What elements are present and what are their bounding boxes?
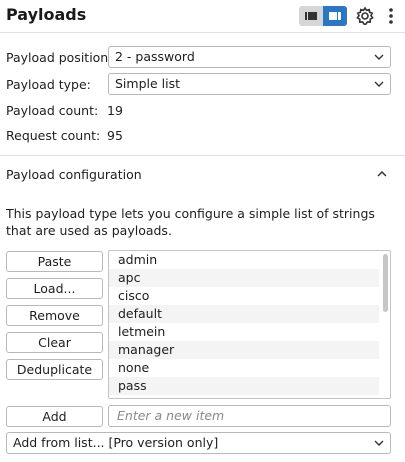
payload-count-label: Payload count: <box>6 103 99 118</box>
list-item[interactable]: pass <box>109 377 379 395</box>
payload-list[interactable]: admin apc cisco default letmein manager … <box>108 250 391 399</box>
list-item[interactable]: apc <box>109 269 379 287</box>
add-button[interactable]: Add <box>6 406 103 427</box>
remove-button[interactable]: Remove <box>6 305 103 326</box>
chevron-down-icon <box>374 81 384 87</box>
chevron-down-icon <box>374 440 384 446</box>
paste-button[interactable]: Paste <box>6 251 103 272</box>
section-divider <box>0 155 405 156</box>
clear-button[interactable]: Clear <box>6 332 103 353</box>
panel-title: Payloads <box>6 5 87 24</box>
payload-configuration-title: Payload configuration <box>6 167 142 182</box>
add-from-list-select[interactable]: Add from list... [Pro version only] <box>6 432 391 454</box>
list-item[interactable]: letmein <box>109 323 379 341</box>
add-from-list-value: Add from list... [Pro version only] <box>13 435 219 450</box>
chevron-up-icon[interactable] <box>376 168 388 180</box>
list-item[interactable]: none <box>109 359 379 377</box>
gear-icon[interactable] <box>355 6 375 26</box>
more-vertical-icon[interactable] <box>384 6 398 26</box>
scrollbar[interactable] <box>383 254 388 312</box>
panel-header: Payloads <box>0 0 405 33</box>
payload-type-value: Simple list <box>115 76 181 91</box>
payload-position-select[interactable]: 2 - password <box>108 46 391 68</box>
payload-configuration-description: This payload type lets you configure a s… <box>6 206 375 238</box>
list-item[interactable]: cisco <box>109 287 379 305</box>
new-item-input[interactable]: Enter a new item <box>108 405 391 427</box>
request-count-label: Request count: <box>6 128 101 143</box>
chevron-down-icon <box>374 54 384 60</box>
list-view-icon[interactable] <box>299 6 323 26</box>
payload-position-label: Payload position: <box>6 50 113 65</box>
load-button[interactable]: Load... <box>6 278 103 299</box>
list-item[interactable]: admin <box>109 251 379 269</box>
request-count-value: 95 <box>107 128 123 143</box>
list-item[interactable]: manager <box>109 341 379 359</box>
payload-count-value: 19 <box>107 103 123 118</box>
view-toggle[interactable] <box>299 6 347 26</box>
panel-view-icon[interactable] <box>323 6 347 26</box>
payload-type-select[interactable]: Simple list <box>108 73 391 95</box>
payload-position-value: 2 - password <box>115 49 195 64</box>
list-item[interactable]: default <box>109 305 379 323</box>
deduplicate-button[interactable]: Deduplicate <box>6 359 103 380</box>
payload-type-label: Payload type: <box>6 77 91 92</box>
